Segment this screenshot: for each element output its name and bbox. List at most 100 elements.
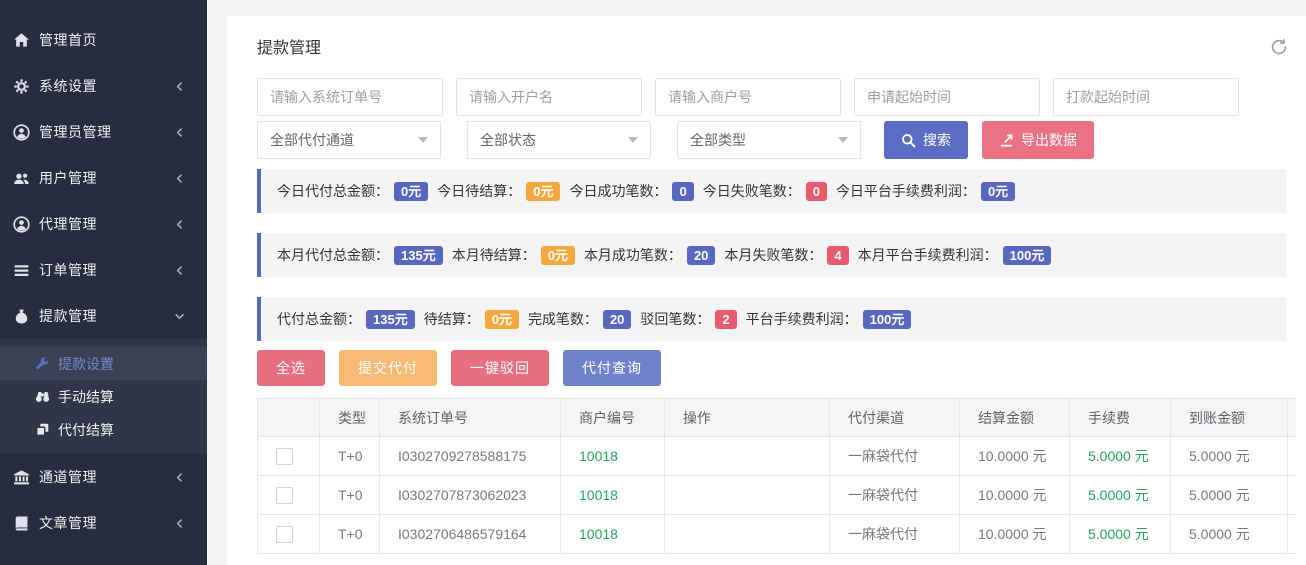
sidebar-item-channel-management[interactable]: 通道管理	[0, 454, 207, 500]
withdrawals-table: 类型 系统订单号 商户编号 操作 代付渠道 结算金额 手续费 到账金额	[257, 398, 1296, 554]
cell-arrival-amount: 5.0000 元	[1171, 515, 1288, 554]
stat-badge: 0元	[526, 182, 560, 201]
stat-label: 今日成功笔数：	[569, 181, 667, 201]
sidebar-item-label: 代理管理	[39, 214, 174, 234]
payment-query-button[interactable]: 代付查询	[563, 350, 661, 386]
sidebar-item-withdraw-management[interactable]: 提款管理	[0, 293, 207, 339]
main-content: 提款管理 全部代付通道 全部状态	[207, 0, 1306, 565]
stat-badge: 135元	[394, 246, 443, 265]
stat-label: 本月待结算：	[452, 245, 536, 265]
select-value: 全部代付通道	[270, 130, 354, 150]
status-select[interactable]: 全部状态	[467, 121, 651, 159]
cell-settle-amount: 10.0000 元	[960, 476, 1070, 515]
sidebar-item-dashboard[interactable]: 管理首页	[0, 17, 207, 63]
submit-payment-button[interactable]: 提交代付	[339, 350, 437, 386]
stat-label: 今日失败笔数：	[703, 181, 801, 201]
sidebar-item-user-management[interactable]: 用户管理	[0, 155, 207, 201]
sidebar-item-label: 系统设置	[39, 76, 174, 96]
sidebar-subitem-label: 提款设置	[58, 354, 114, 374]
row-checkbox[interactable]	[276, 448, 293, 465]
refresh-icon[interactable]	[1270, 38, 1288, 56]
row-checkbox[interactable]	[276, 526, 293, 543]
wrench-icon	[35, 356, 50, 371]
action-buttons-row: 全选 提交代付 一键驳回 代付查询	[257, 350, 1306, 386]
sidebar-item-order-management[interactable]: 订单管理	[0, 247, 207, 293]
header-type: 类型	[320, 399, 380, 437]
sidebar-subitem-withdraw-settings[interactable]: 提款设置	[0, 347, 207, 380]
stat-pair: 本月待结算： 0元	[452, 245, 575, 265]
sidebar-item-article-management[interactable]: 文章管理	[0, 500, 207, 546]
type-select[interactable]: 全部类型	[677, 121, 861, 159]
stat-label: 待结算：	[424, 309, 480, 329]
cell-clipped	[1288, 515, 1297, 554]
export-data-button[interactable]: 导出数据	[982, 121, 1094, 159]
search-button[interactable]: 搜索	[884, 121, 968, 159]
cell-channel: 一麻袋代付	[830, 437, 960, 476]
cell-type: T+0	[320, 515, 380, 554]
select-all-button[interactable]: 全选	[257, 350, 325, 386]
payment-channel-select[interactable]: 全部代付通道	[257, 121, 441, 159]
sidebar-item-truncated[interactable]	[0, 546, 207, 565]
stat-label: 本月平台手续费利润：	[858, 245, 998, 265]
cell-merchant-id: 10018	[561, 437, 665, 476]
stat-pair: 代付总金额： 135元	[277, 309, 415, 329]
sidebar-item-admin-management[interactable]: 管理员管理	[0, 109, 207, 155]
cell-merchant-id: 10018	[561, 515, 665, 554]
table-row: T+0 I0302709278588175 10018 一麻袋代付 10.000…	[258, 437, 1297, 476]
stat-pair: 待结算： 0元	[424, 309, 519, 329]
search-icon	[901, 133, 916, 148]
chevron-left-icon	[174, 265, 185, 276]
caret-down-icon	[628, 137, 638, 143]
sidebar: 管理首页 系统设置 管理员管理 用户管理 代理管理 订单管理	[0, 0, 207, 565]
header-settle-amount: 结算金额	[960, 399, 1070, 437]
users-icon	[13, 170, 30, 187]
withdraw-submenu: 提款设置 手动结算 代付结算	[0, 339, 207, 454]
stat-badge: 0	[672, 182, 693, 201]
stat-label: 代付总金额：	[277, 309, 361, 329]
pay-start-time-input[interactable]	[1053, 78, 1239, 116]
sidebar-item-label: 通道管理	[39, 467, 174, 487]
sidebar-item-agent-management[interactable]: 代理管理	[0, 201, 207, 247]
stat-label: 平台手续费利润：	[746, 309, 858, 329]
merchant-no-input[interactable]	[655, 78, 841, 116]
stat-badge: 2	[715, 310, 736, 329]
caret-down-icon	[418, 137, 428, 143]
header-clipped	[1288, 399, 1297, 437]
row-checkbox[interactable]	[276, 487, 293, 504]
header-arrival-amount: 到账金额	[1171, 399, 1288, 437]
stat-pair: 平台手续费利润： 100元	[746, 309, 912, 329]
stat-pair: 完成笔数： 20	[528, 309, 631, 329]
apply-start-time-input[interactable]	[854, 78, 1040, 116]
stat-label: 今日代付总金额：	[277, 181, 389, 201]
account-name-input[interactable]	[456, 78, 642, 116]
stat-label: 本月成功笔数：	[584, 245, 682, 265]
sidebar-item-label: 文章管理	[39, 513, 174, 533]
stat-pair: 驳回笔数： 2	[640, 309, 736, 329]
sidebar-subitem-payment-settlement[interactable]: 代付结算	[0, 413, 207, 446]
sidebar-subitem-manual-settlement[interactable]: 手动结算	[0, 380, 207, 413]
page-title: 提款管理	[257, 38, 1306, 60]
stat-pair: 本月代付总金额： 135元	[277, 245, 443, 265]
cell-checkbox	[258, 476, 320, 515]
money-bag-icon	[13, 308, 30, 325]
gears-icon	[13, 78, 30, 95]
reject-all-button[interactable]: 一键驳回	[451, 350, 549, 386]
stat-label: 今日待结算：	[437, 181, 521, 201]
select-value: 全部状态	[480, 130, 536, 150]
cell-arrival-amount: 5.0000 元	[1171, 437, 1288, 476]
search-button-label: 搜索	[923, 130, 951, 150]
sidebar-item-label: 用户管理	[39, 168, 174, 188]
stat-label: 本月失败笔数：	[724, 245, 822, 265]
sidebar-item-system-settings[interactable]: 系统设置	[0, 63, 207, 109]
cell-clipped	[1288, 476, 1297, 515]
chevron-left-icon	[174, 518, 185, 529]
order-no-input[interactable]	[257, 78, 443, 116]
select-value: 全部类型	[690, 130, 746, 150]
stat-badge: 0元	[981, 182, 1015, 201]
chevron-left-icon	[174, 127, 185, 138]
cell-action	[665, 437, 830, 476]
stat-pair: 本月失败笔数： 4	[724, 245, 848, 265]
sidebar-subitem-label: 手动结算	[58, 387, 114, 407]
cell-arrival-amount: 5.0000 元	[1171, 476, 1288, 515]
filter-row-inputs	[257, 78, 1306, 116]
